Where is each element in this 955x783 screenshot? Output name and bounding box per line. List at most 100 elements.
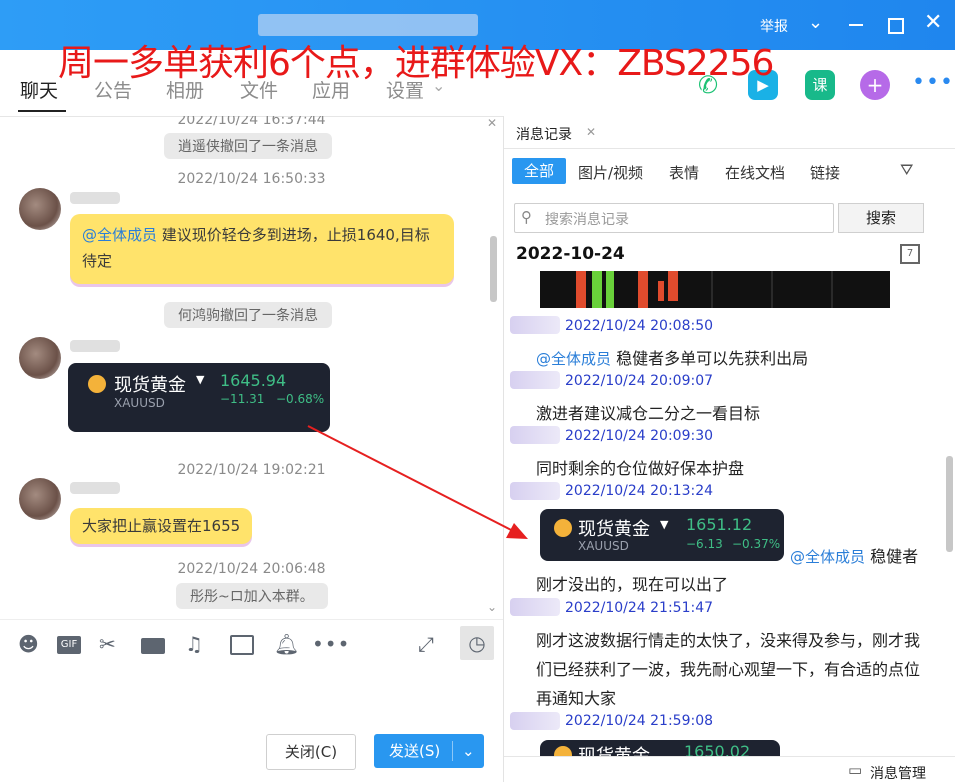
filter-links[interactable]: 链接: [810, 162, 840, 183]
gold-quote-card[interactable]: 现货黄金 ▼ 1651.12 XAUUSD −6.13 −0.37%: [540, 509, 784, 561]
filter-all[interactable]: 全部: [512, 158, 566, 184]
report-button[interactable]: 举报: [760, 16, 788, 36]
quote-price: 1651.12: [686, 515, 753, 534]
gold-quote-card[interactable]: 现货黄金 ▼ 1645.94 XAUUSD −11.31 −0.68%: [68, 363, 330, 432]
history-text-content: 稳健者: [865, 547, 919, 566]
mention-all[interactable]: @全体成员: [82, 226, 157, 244]
search-icon: ⚲: [521, 208, 532, 226]
mention-all[interactable]: @全体成员: [536, 350, 611, 368]
quote-symbol: XAUUSD: [578, 539, 629, 553]
scroll-down-icon[interactable]: ⌄: [487, 600, 497, 614]
message-bubble[interactable]: 大家把止赢设置在1655: [70, 508, 253, 544]
history-scrollbar[interactable]: [946, 456, 953, 552]
music-icon[interactable]: ♫: [185, 632, 203, 656]
quote-price: 1645.94: [220, 371, 287, 390]
message-history-panel: 消息记录 ✕ 全部 图片/视频 表情 在线文档 链接 ⛛ ⚲ 搜索消息记录 搜索…: [504, 116, 955, 782]
sender-name-redacted: [70, 192, 120, 204]
chat-scrollbar[interactable]: [490, 236, 497, 302]
tab-chat[interactable]: 聊天: [20, 76, 58, 103]
avatar[interactable]: [19, 337, 61, 379]
sender-name-redacted: [510, 316, 560, 334]
sender-name-redacted: [510, 712, 560, 730]
history-date: 2022-10-24: [516, 244, 625, 264]
gif-icon[interactable]: GIF: [57, 636, 81, 654]
gold-coin-icon: [554, 746, 572, 756]
history-time: 2022/10/24 20:09:30: [565, 428, 714, 444]
history-text: @全体成员 稳健者: [790, 543, 918, 567]
system-message: 何鸿驹撤回了一条消息: [164, 302, 332, 328]
search-button[interactable]: 搜索: [838, 203, 924, 233]
more-tools-icon[interactable]: •••: [312, 632, 350, 656]
timestamp: 2022/10/24 16:37:44: [177, 116, 326, 128]
annotation-arrow: [307, 425, 528, 539]
quote-price: 1650.02: [684, 742, 751, 756]
chevron-down-icon[interactable]: ⌄: [808, 12, 823, 33]
history-close-icon[interactable]: ✕: [586, 125, 596, 139]
history-text: 刚才没出的，现在可以出了: [536, 575, 729, 594]
quote-change-percent: −0.68%: [276, 392, 325, 406]
history-text: 激进者建议减仓二分之一看目标: [536, 404, 761, 423]
gold-coin-icon: [554, 519, 572, 537]
system-message: 逍遥侠撤回了一条消息: [164, 133, 332, 159]
scissors-icon[interactable]: ✂: [99, 632, 116, 656]
history-time: 2022/10/24 21:51:47: [565, 600, 714, 616]
avatar[interactable]: [19, 478, 61, 520]
send-button[interactable]: 发送(S) ⌄: [374, 734, 484, 768]
history-text: 同时剩余的仓位做好保本护盘: [536, 459, 745, 478]
emoji-icon[interactable]: ☻: [18, 632, 39, 656]
history-time: 2022/10/24 20:13:24: [565, 483, 714, 499]
history-text: @全体成员 稳健者多单可以先获利出局: [536, 345, 808, 369]
sender-name-redacted: [510, 371, 560, 389]
avatar[interactable]: [19, 188, 61, 230]
manage-icon[interactable]: ▭: [848, 761, 862, 779]
add-icon[interactable]: +: [860, 70, 890, 100]
image-icon[interactable]: [230, 635, 254, 655]
history-footer: ▭ 消息管理: [504, 756, 955, 783]
filter-docs[interactable]: 在线文档: [725, 162, 785, 183]
search-placeholder: 搜索消息记录: [545, 212, 629, 228]
system-message: 彤彤~ロ加入本群。: [176, 583, 328, 609]
active-tab-indicator: [18, 110, 66, 112]
collapse-icon[interactable]: ✕: [487, 116, 497, 130]
history-search-input[interactable]: ⚲ 搜索消息记录: [514, 203, 834, 233]
filter-stickers[interactable]: 表情: [669, 162, 699, 183]
close-icon[interactable]: ✕: [924, 10, 942, 35]
divider: [504, 148, 955, 149]
history-time: 2022/10/24 20:08:50: [565, 318, 714, 334]
filter-settings-icon[interactable]: ⛛: [900, 160, 913, 180]
more-icon[interactable]: •••: [912, 70, 954, 95]
bell-icon[interactable]: 🔔︎: [274, 632, 299, 656]
minimize-icon[interactable]: [849, 24, 863, 26]
timestamp: 2022/10/24 16:50:33: [177, 171, 326, 187]
timestamp: 2022/10/24 20:06:48: [177, 561, 326, 577]
candlestick-image[interactable]: [540, 271, 890, 308]
mention-all[interactable]: @全体成员: [790, 548, 865, 566]
message-bubble[interactable]: @全体成员 建议现价轻仓多到进场，止损1640,目标待定: [70, 214, 454, 284]
history-time: 2022/10/24 20:09:07: [565, 373, 714, 389]
expand-icon[interactable]: ⤢: [418, 632, 434, 656]
quote-change: −6.13: [686, 537, 723, 551]
maximize-icon[interactable]: [888, 18, 904, 34]
quote-symbol: XAUUSD: [114, 396, 165, 410]
sender-name-redacted: [70, 340, 120, 352]
gold-coin-icon: [88, 375, 106, 393]
filter-media[interactable]: 图片/视频: [578, 162, 643, 183]
gold-quote-card[interactable]: 现货黄金 1650.02: [540, 740, 780, 756]
window-title-redacted: [258, 14, 478, 36]
class-icon[interactable]: 课: [805, 70, 835, 100]
dropdown-caret-icon: ▼: [196, 373, 205, 386]
history-clock-icon[interactable]: ◷: [460, 626, 494, 660]
history-text-content: 稳健者多单可以先获利出局: [611, 349, 809, 368]
calendar-icon[interactable]: 7: [900, 244, 920, 264]
quote-name: 现货黄金: [578, 519, 650, 540]
send-label: 发送(S): [389, 742, 441, 760]
history-time: 2022/10/24 21:59:08: [565, 713, 714, 729]
folder-icon[interactable]: [141, 638, 165, 654]
close-button[interactable]: 关闭(C): [266, 734, 356, 770]
history-text: 刚才这波数据行情走的太快了，没来得及参与，刚才我们已经获利了一波，我先耐心观望一…: [536, 631, 921, 708]
message-text: 大家把止赢设置在1655: [82, 517, 241, 535]
quote-change: −11.31: [220, 392, 265, 406]
send-options-chevron-icon[interactable]: ⌄: [462, 734, 475, 768]
history-tab-label[interactable]: 消息记录: [516, 124, 572, 144]
message-manage-link[interactable]: 消息管理: [870, 763, 926, 783]
